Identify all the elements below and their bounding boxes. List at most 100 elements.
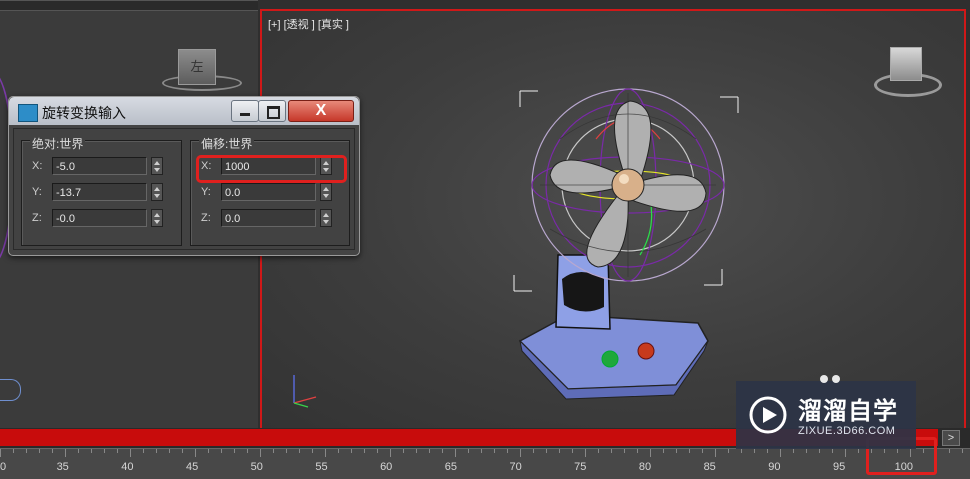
timeline-tick-label: 50 — [250, 461, 263, 473]
group-title-offset: 偏移:世界 — [199, 135, 255, 152]
timeline-tick-mark — [52, 449, 53, 453]
close-button[interactable]: X — [288, 100, 354, 122]
timeline-tick-mark — [312, 449, 313, 453]
timeline-tick-mark — [247, 449, 248, 453]
timeline-tick-mark — [468, 449, 469, 453]
fan-button-red — [637, 342, 655, 360]
play-logo-icon — [749, 396, 787, 434]
timeline-tick-mark — [715, 449, 716, 457]
timeline-tick-mark — [741, 449, 742, 453]
timeline-tick-mark — [650, 449, 651, 457]
viewport-perspective[interactable]: [+] [透视 ] [真实 ] — [260, 9, 966, 430]
timeline-tick-mark — [91, 449, 92, 453]
next-frame-button[interactable]: > — [942, 430, 960, 446]
viewcube-cube[interactable] — [890, 47, 922, 81]
timeline-tick-label: 60 — [380, 461, 393, 473]
offset-y-spinner[interactable] — [320, 183, 332, 201]
timeline-tick-mark — [780, 449, 781, 457]
timeline-tick-mark — [403, 449, 404, 453]
timeline-tick-mark — [208, 449, 209, 453]
timeline-tick-mark — [195, 449, 196, 457]
absolute-world-group: 绝对:世界 X: -5.0 Y: -13.7 Z: -0.0 — [21, 135, 182, 246]
rotate-transform-dialog[interactable]: 旋转变换输入 X 绝对:世界 X: -5.0 Y: -13.7 Z: -0.0 — [8, 96, 360, 256]
timeline-tick-mark — [624, 449, 625, 453]
timeline-tick-mark — [338, 449, 339, 453]
timeline-tick-mark — [689, 449, 690, 453]
watermark-url: ZIXUE.3D66.COM — [798, 425, 896, 437]
axis-label-z: Z: — [201, 212, 211, 224]
minimize-button[interactable] — [231, 100, 259, 122]
timeline-tick-mark — [117, 449, 118, 453]
timeline-tick-mark — [598, 449, 599, 453]
absolute-z-input[interactable]: -0.0 — [52, 209, 147, 227]
axis-label-x: X: — [32, 160, 43, 172]
timeline-tick-mark — [130, 449, 131, 457]
absolute-z-spinner[interactable] — [151, 209, 163, 227]
timeline-tick-mark — [299, 449, 300, 453]
timeline-tick-mark — [455, 449, 456, 457]
absolute-y-row: Y: -13.7 — [32, 183, 177, 203]
timeline-tick-label: 0 — [0, 461, 7, 473]
absolute-x-spinner[interactable] — [151, 157, 163, 175]
timeline-tick-mark — [819, 449, 820, 453]
viewport-left-top-strip — [0, 1, 258, 11]
timeline-tick-mark — [572, 449, 573, 453]
timeline-tick-mark — [143, 449, 144, 453]
offset-y-input[interactable]: 0.0 — [221, 183, 316, 201]
fan-model[interactable] — [500, 79, 740, 409]
timeline-tick-mark — [351, 449, 352, 453]
timeline-tick-label: 75 — [574, 461, 587, 473]
timeline-tick-mark — [234, 449, 235, 453]
absolute-x-input[interactable]: -5.0 — [52, 157, 147, 175]
fan-hub — [611, 168, 645, 202]
object-outline — [0, 379, 21, 401]
timeline-tick-mark — [78, 449, 79, 453]
timeline-tick-mark — [637, 449, 638, 453]
timeline-tick-mark — [806, 449, 807, 453]
timeline-tick-mark — [481, 449, 482, 453]
maximize-icon — [267, 106, 280, 119]
timeline-tick-mark — [494, 449, 495, 453]
minimize-icon — [240, 113, 250, 116]
timeline-tick-mark — [546, 449, 547, 453]
timeline-tick-mark — [663, 449, 664, 453]
dialog-body: 绝对:世界 X: -5.0 Y: -13.7 Z: -0.0 偏移:世界 X: … — [13, 128, 355, 250]
timeline-tick-mark — [156, 449, 157, 453]
watermark-name: 溜溜自学 — [798, 398, 898, 425]
dialog-titlebar[interactable]: 旋转变换输入 X — [9, 97, 359, 125]
absolute-y-input[interactable]: -13.7 — [52, 183, 147, 201]
axis-label-y: Y: — [32, 186, 42, 198]
timeline-tick-mark — [832, 449, 833, 453]
absolute-y-spinner[interactable] — [151, 183, 163, 201]
viewport-label-menu[interactable]: [+] [透视 ] [真实 ] — [268, 16, 349, 32]
timeline-tick-label: 35 — [56, 461, 69, 473]
fan-button-green — [601, 350, 619, 368]
cursor-icon — [820, 375, 840, 383]
axis-label-y: Y: — [201, 186, 211, 198]
timeline-tick-mark — [676, 449, 677, 453]
viewcube-left-face[interactable]: 左 — [178, 49, 216, 85]
timeline-tick-mark — [533, 449, 534, 453]
dialog-title: 旋转变换输入 — [42, 105, 126, 121]
viewcube[interactable] — [874, 45, 942, 99]
timeline-tick-mark — [13, 449, 14, 453]
timeline-tick-mark — [26, 449, 27, 453]
app-icon — [18, 104, 38, 122]
timeline-tick-mark — [390, 449, 391, 457]
offset-z-spinner[interactable] — [320, 209, 332, 227]
group-title-absolute: 绝对:世界 — [30, 135, 86, 152]
absolute-x-row: X: -5.0 — [32, 157, 177, 177]
timeline-tick-label: 70 — [509, 461, 522, 473]
timeline-tick-mark — [429, 449, 430, 453]
timeline-tick-label: 55 — [315, 461, 328, 473]
offset-z-input[interactable]: 0.0 — [221, 209, 316, 227]
highlight-offset-x — [196, 155, 347, 183]
timeline-ruler[interactable]: 0 35 40 45 50 55 60 65 70 75 80 85 90 95 100 — [0, 448, 970, 479]
timeline-tick-mark — [611, 449, 612, 453]
watermark: 溜溜自学 ZIXUE.3D66.COM — [736, 381, 916, 449]
timeline-tick-mark — [104, 449, 105, 453]
maximize-button[interactable] — [258, 100, 286, 122]
timeline-tick-mark — [702, 449, 703, 453]
timeline-tick-mark — [858, 449, 859, 453]
timeline-tick-mark — [728, 449, 729, 453]
